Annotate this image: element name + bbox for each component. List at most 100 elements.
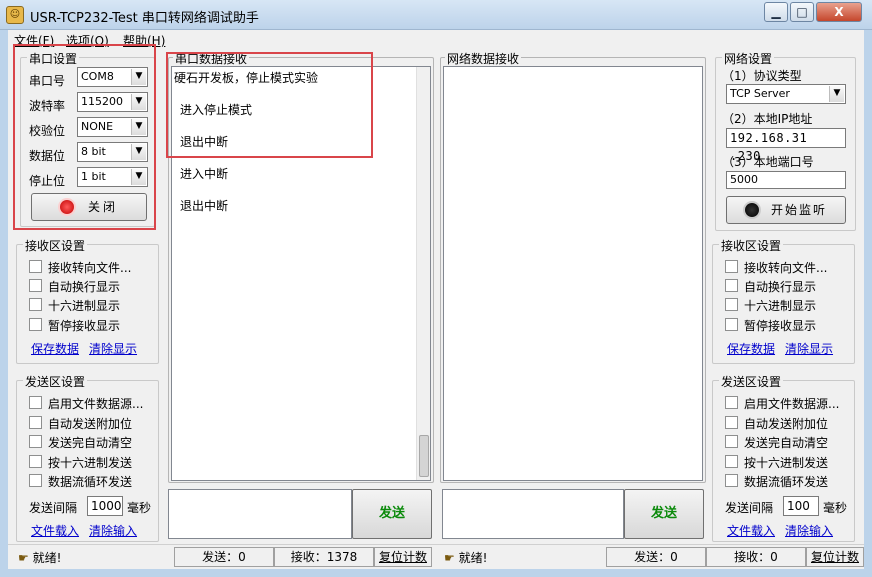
minimize-button[interactable]: ▁ [764,2,788,22]
interval-input[interactable]: 1000 [87,496,123,516]
close-port-button[interactable]: 关闭 [31,193,147,221]
checkbox[interactable] [29,298,42,311]
parity-value: NONE [81,120,114,133]
net-settings-group: 网络设置 （1）协议类型 TCP Server ▼ （2）本地IP地址 192.1… [715,50,856,231]
port-select[interactable]: COM8 ▼ [77,67,148,87]
clear-display-link[interactable]: 清除显示 [89,340,137,357]
checkbox[interactable] [725,416,738,429]
scrollbar[interactable] [416,67,430,480]
serial-send-button[interactable]: 发送 [352,489,432,539]
parity-select[interactable]: NONE ▼ [77,117,148,137]
start-listen-label: 开始监听 [770,203,827,217]
chk-label: 发送完自动清空 [744,436,829,450]
baud-value: 115200 [81,95,123,108]
listen-indicator-icon [744,203,759,217]
save-data-link[interactable]: 保存数据 [31,340,79,357]
serial-recv-textarea[interactable]: 硬石开发板，停止模式实验 进入停止模式 退出中断 进入中断 退出中断 [171,66,431,481]
checkbox[interactable] [725,298,738,311]
net-send-button[interactable]: 发送 [624,489,704,539]
net-recv-textarea[interactable] [443,66,703,481]
parity-label: 校验位 [29,124,66,138]
status-left-sent: 发送：0 [174,547,274,567]
checkbox[interactable] [725,435,738,448]
chk-label: 数据流循环发送 [744,475,829,489]
clear-input-link[interactable]: 清除输入 [89,522,137,539]
clear-display-link[interactable]: 清除显示 [785,340,833,357]
port-number-label: （3）本地端口号 [722,155,814,169]
databits-value: 8 bit [81,145,106,158]
chevron-down-icon: ▼ [131,94,146,110]
checkbox[interactable] [725,260,738,273]
databits-label: 数据位 [29,149,66,163]
net-send-settings-title: 发送区设置 [719,373,784,390]
chk-label: 十六进制显示 [744,299,817,313]
red-indicator-icon [59,200,74,214]
chk-label: 按十六进制发送 [48,456,133,470]
chevron-down-icon: ▼ [131,69,146,85]
chk-label: 启用文件数据源... [744,397,840,411]
load-file-link[interactable]: 文件载入 [31,522,79,539]
serial-settings-title: 串口设置 [27,50,80,67]
serial-send-input[interactable] [168,489,352,539]
recv-line: 退出中断 [180,199,229,213]
net-recv-title: 网络数据接收 [445,50,522,67]
checkbox[interactable] [29,260,42,273]
baud-label: 波特率 [29,99,66,113]
checkbox[interactable] [29,279,42,292]
checkbox[interactable] [29,474,42,487]
scrollbar-thumb[interactable] [419,435,429,477]
checkbox[interactable] [725,279,738,292]
menu-help[interactable]: 帮助(H) [123,32,165,49]
chevron-down-icon: ▼ [829,86,844,102]
clear-input-link[interactable]: 清除输入 [785,522,833,539]
stopbits-label: 停止位 [29,174,66,188]
checkbox[interactable] [725,474,738,487]
chk-label: 接收转向文件... [744,261,828,275]
checkbox[interactable] [29,416,42,429]
serial-send-settings-group: 发送区设置 启用文件数据源... 自动发送附加位 发送完自动清空 按十六进制发送… [16,373,159,542]
checkbox[interactable] [725,396,738,409]
port-label: 串口号 [29,74,66,88]
protocol-label: （1）协议类型 [722,69,802,83]
start-listen-button[interactable]: 开始监听 [726,196,846,224]
close-window-button[interactable]: X [816,2,862,22]
status-right-reset[interactable]: 复位计数 [806,547,864,567]
load-file-link[interactable]: 文件载入 [727,522,775,539]
chk-label: 自动发送附加位 [744,417,829,431]
menu-bar: 文件(F) 选项(O) 帮助(H) [8,30,864,48]
status-right-ready-text: 就绪! [458,551,488,565]
maximize-button[interactable]: □ [790,2,814,22]
chk-label: 自动换行显示 [48,280,121,294]
interval-input[interactable]: 100 [783,496,819,516]
net-settings-title: 网络设置 [722,50,775,67]
baud-select[interactable]: 115200 ▼ [77,92,148,112]
chk-label: 自动发送附加位 [48,417,133,431]
checkbox[interactable] [29,455,42,468]
chk-label: 暂停接收显示 [48,319,121,333]
status-right-ready: ☛ 就绪! [444,549,487,566]
chk-label: 按十六进制发送 [744,456,829,470]
recv-line: 进入停止模式 [180,103,253,117]
checkbox[interactable] [29,435,42,448]
checkbox[interactable] [29,396,42,409]
checkbox[interactable] [725,455,738,468]
recv-line: 硬石开发板，停止模式实验 [174,71,319,85]
net-recv-settings-group: 接收区设置 接收转向文件... 自动换行显示 十六进制显示 暂停接收显示 保存数… [712,237,855,364]
status-left-reset[interactable]: 复位计数 [374,547,432,567]
checkbox[interactable] [29,318,42,331]
chk-label: 接收转向文件... [48,261,132,275]
net-send-input[interactable] [442,489,624,539]
checkbox[interactable] [725,318,738,331]
menu-options[interactable]: 选项(O) [66,32,109,49]
save-data-link[interactable]: 保存数据 [727,340,775,357]
databits-select[interactable]: 8 bit ▼ [77,142,148,162]
net-send-settings-group: 发送区设置 启用文件数据源... 自动发送附加位 发送完自动清空 按十六进制发送… [712,373,855,542]
ip-input[interactable]: 192.168.31 .230 [726,128,846,163]
status-left-ready-text: 就绪! [32,551,62,565]
status-left-ready: ☛ 就绪! [18,549,61,566]
chevron-down-icon: ▼ [131,169,146,185]
protocol-select[interactable]: TCP Server ▼ [726,84,846,104]
menu-file[interactable]: 文件(F) [14,32,54,49]
port-number-input[interactable]: 5000 [726,171,846,189]
stopbits-select[interactable]: 1 bit ▼ [77,167,148,187]
